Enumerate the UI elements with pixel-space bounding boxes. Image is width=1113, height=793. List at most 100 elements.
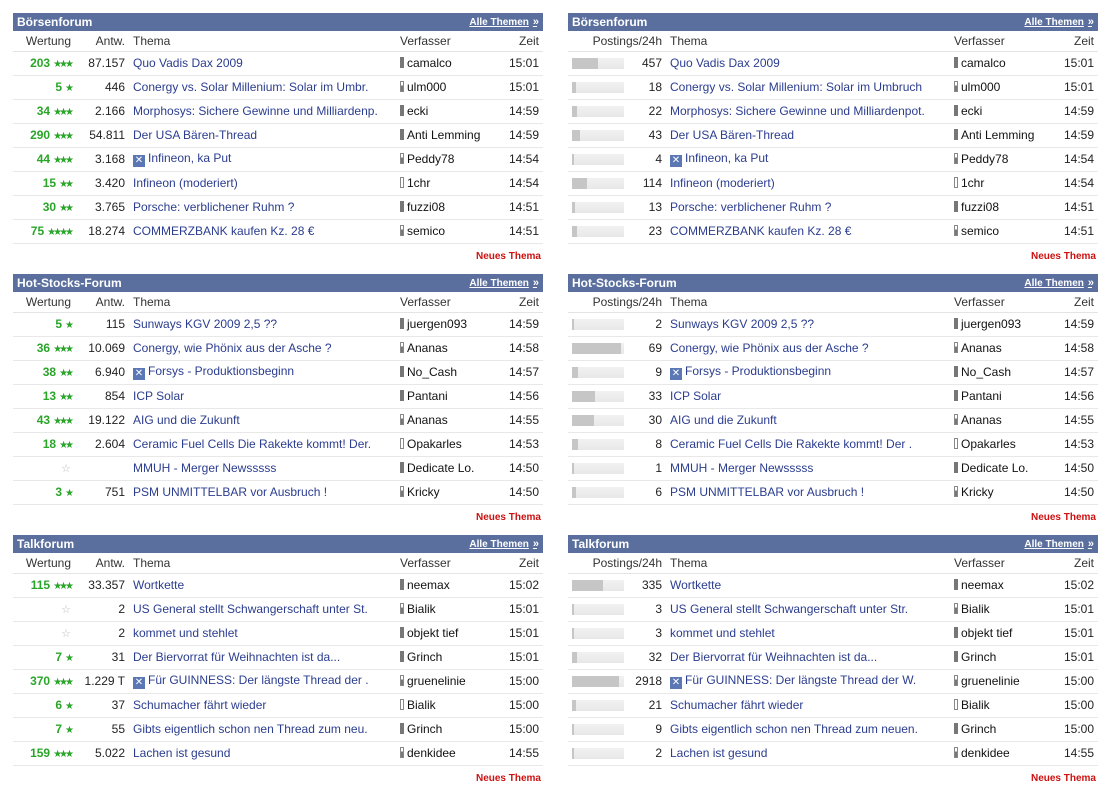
author-name[interactable]: fuzzi08 [407,200,445,214]
topic-link[interactable]: Der Biervorrat für Weihnachten ist da... [670,650,877,664]
column-header-time[interactable]: Zeit [1045,292,1098,313]
all-topics-link[interactable]: Alle Themen» [1024,538,1094,550]
author-name[interactable]: objekt tief [961,626,1012,640]
all-topics-link[interactable]: Alle Themen» [469,277,539,289]
topic-link[interactable]: AIG und die Zukunft [133,413,240,427]
topic-link[interactable]: Forsys - Produktionsbeginn [685,364,831,378]
column-header-time[interactable]: Zeit [490,292,543,313]
topic-link[interactable]: Sunways KGV 2009 2,5 ?? [670,317,814,331]
author-name[interactable]: semico [407,224,445,238]
author-name[interactable]: Grinch [961,722,996,736]
topic-link[interactable]: ICP Solar [133,389,184,403]
topic-link[interactable]: Für GUINNESS: Der längste Thread der W. [685,673,916,687]
column-header-author[interactable]: Verfasser [396,553,490,574]
topic-link[interactable]: AIG und die Zukunft [670,413,777,427]
author-name[interactable]: Ananas [961,413,1002,427]
author-name[interactable]: neemax [407,578,450,592]
column-header-replies[interactable]: Antw. [75,292,129,313]
author-name[interactable]: camalco [407,56,452,70]
topic-link[interactable]: Conergy vs. Solar Millenium: Solar im Um… [670,80,922,94]
all-topics-link[interactable]: Alle Themen» [1024,277,1094,289]
topic-link[interactable]: US General stellt Schwangerschaft unter … [670,602,908,616]
column-header-time[interactable]: Zeit [1045,31,1098,52]
author-name[interactable]: Opakarles [407,437,462,451]
topic-link[interactable]: ICP Solar [670,389,721,403]
topic-link[interactable]: Der USA Bären-Thread [670,128,794,142]
column-header-postings[interactable]: Postings/24h [568,31,666,52]
topic-link[interactable]: Forsys - Produktionsbeginn [148,364,294,378]
topic-link[interactable]: Sunways KGV 2009 2,5 ?? [133,317,277,331]
column-header-rating[interactable]: Wertung [13,553,75,574]
topic-link[interactable]: Conergy vs. Solar Millenium: Solar im Um… [133,80,368,94]
author-name[interactable]: 1chr [407,176,430,190]
column-header-postings[interactable]: Postings/24h [568,292,666,313]
topic-link[interactable]: COMMERZBANK kaufen Kz. 28 € [670,224,851,238]
topic-link[interactable]: PSM UNMITTELBAR vor Ausbruch ! [133,485,327,499]
column-header-author[interactable]: Verfasser [950,553,1045,574]
author-name[interactable]: Kricky [407,485,440,499]
topic-link[interactable]: PSM UNMITTELBAR vor Ausbruch ! [670,485,864,499]
column-header-topic[interactable]: Thema [129,31,396,52]
topic-link[interactable]: Infineon, ka Put [148,151,231,165]
column-header-topic[interactable]: Thema [129,553,396,574]
author-name[interactable]: camalco [961,56,1006,70]
author-name[interactable]: Pantani [407,389,448,403]
topic-link[interactable]: Porsche: verblichener Ruhm ? [670,200,831,214]
author-name[interactable]: Grinch [407,650,442,664]
topic-link[interactable]: Lachen ist gesund [670,746,767,760]
column-header-time[interactable]: Zeit [1045,553,1098,574]
topic-link[interactable]: Gibts eigentlich schon nen Thread zum ne… [133,722,368,736]
topic-link[interactable]: Schumacher fährt wieder [670,698,803,712]
author-name[interactable]: ulm000 [961,80,1000,94]
column-header-topic[interactable]: Thema [666,553,950,574]
new-thread-link[interactable]: Neues Thema [568,505,1098,523]
author-name[interactable]: ecki [407,104,428,118]
column-header-author[interactable]: Verfasser [396,292,490,313]
topic-link[interactable]: Lachen ist gesund [133,746,230,760]
author-name[interactable]: Bialik [407,602,436,616]
column-header-author[interactable]: Verfasser [396,31,490,52]
topic-link[interactable]: Conergy, wie Phönix aus der Asche ? [133,341,332,355]
topic-link[interactable]: Wortkette [670,578,721,592]
author-name[interactable]: Grinch [407,722,442,736]
all-topics-link[interactable]: Alle Themen» [469,538,539,550]
topic-link[interactable]: Morphosys: Sichere Gewinne und Milliarde… [133,104,378,118]
author-name[interactable]: fuzzi08 [961,200,999,214]
author-name[interactable]: Grinch [961,650,996,664]
topic-link[interactable]: US General stellt Schwangerschaft unter … [133,602,368,616]
author-name[interactable]: Bialik [961,602,990,616]
author-name[interactable]: objekt tief [407,626,458,640]
topic-link[interactable]: kommet und stehlet [670,626,775,640]
all-topics-link[interactable]: Alle Themen» [1024,16,1094,28]
column-header-replies[interactable]: Antw. [75,553,129,574]
new-thread-link[interactable]: Neues Thema [568,766,1098,784]
star-empty-icon[interactable]: ☆ [61,604,71,616]
author-name[interactable]: Opakarles [961,437,1016,451]
author-name[interactable]: Peddy78 [961,152,1008,166]
author-name[interactable]: neemax [961,578,1004,592]
author-name[interactable]: No_Cash [961,365,1011,379]
column-header-rating[interactable]: Wertung [13,31,75,52]
topic-link[interactable]: Infineon (moderiert) [670,176,775,190]
author-name[interactable]: gruenelinie [961,674,1020,688]
author-name[interactable]: 1chr [961,176,984,190]
new-thread-link[interactable]: Neues Thema [568,244,1098,262]
author-name[interactable]: Peddy78 [407,152,454,166]
author-name[interactable]: No_Cash [407,365,457,379]
column-header-author[interactable]: Verfasser [950,31,1045,52]
topic-link[interactable]: Der USA Bären-Thread [133,128,257,142]
author-name[interactable]: Anti Lemming [407,128,480,142]
column-header-postings[interactable]: Postings/24h [568,553,666,574]
author-name[interactable]: juergen093 [961,317,1021,331]
topic-link[interactable]: Für GUINNESS: Der längste Thread der . [148,673,369,687]
author-name[interactable]: Ananas [407,341,448,355]
column-header-author[interactable]: Verfasser [950,292,1045,313]
topic-link[interactable]: Morphosys: Sichere Gewinne und Milliarde… [670,104,925,118]
topic-link[interactable]: Porsche: verblichener Ruhm ? [133,200,294,214]
topic-link[interactable]: COMMERZBANK kaufen Kz. 28 € [133,224,314,238]
star-empty-icon[interactable]: ☆ [61,463,71,475]
column-header-time[interactable]: Zeit [490,31,543,52]
topic-link[interactable]: Infineon (moderiert) [133,176,238,190]
topic-link[interactable]: Quo Vadis Dax 2009 [670,56,780,70]
author-name[interactable]: Pantani [961,389,1002,403]
